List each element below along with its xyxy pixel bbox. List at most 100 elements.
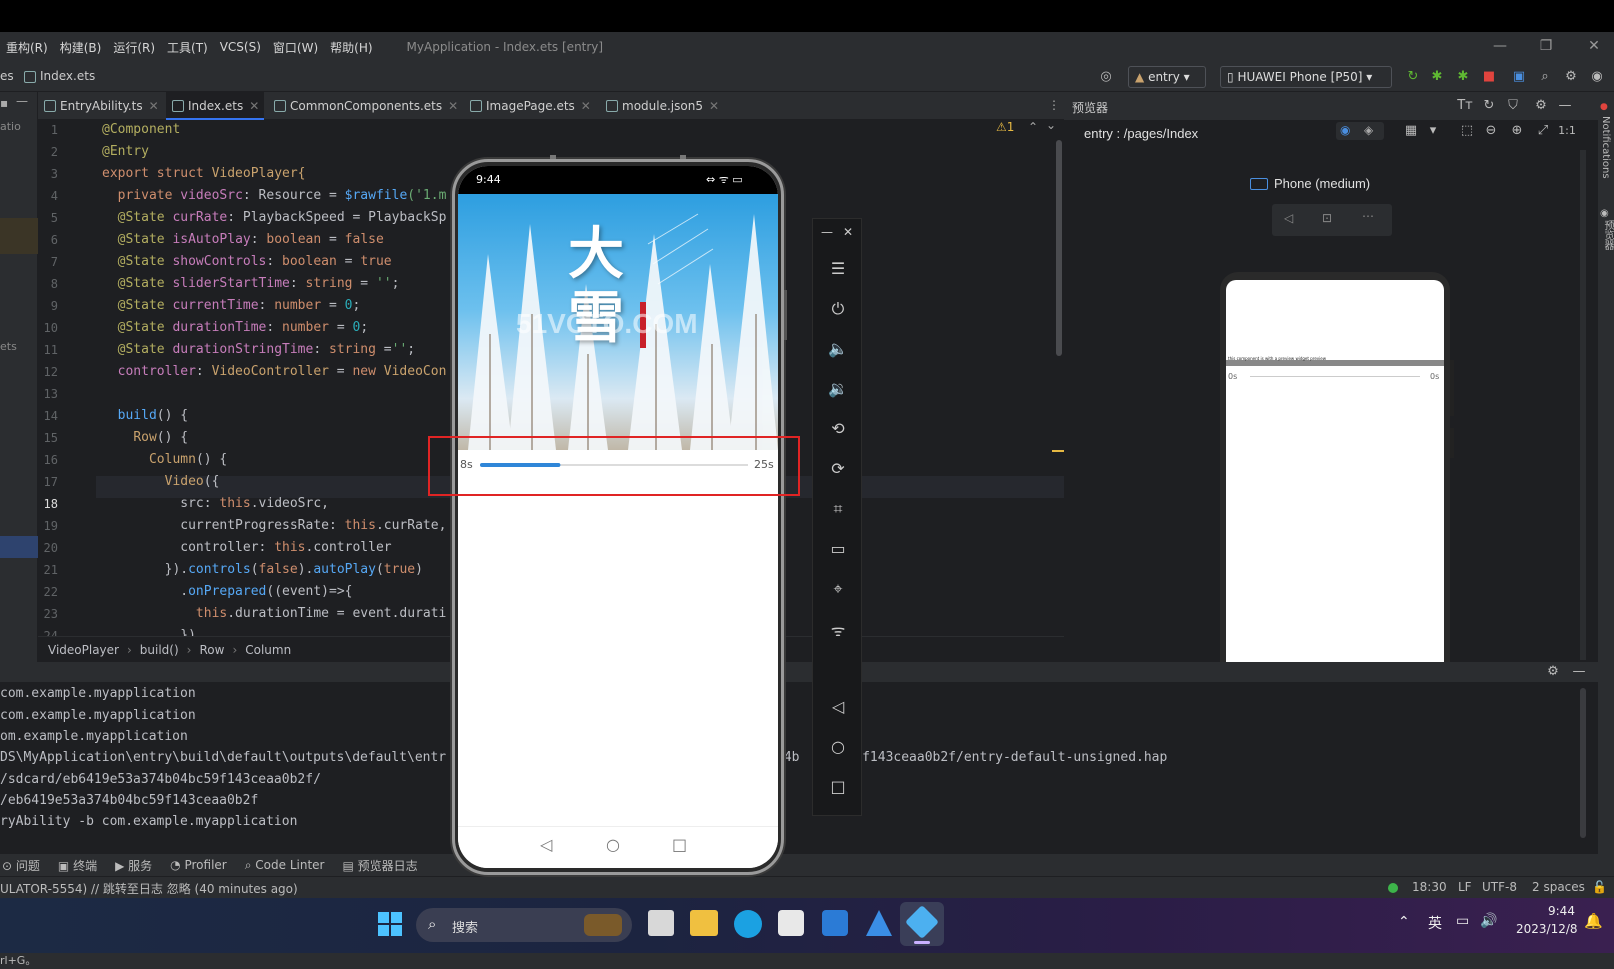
status-message[interactable]: ULATOR-5554) // 跳转至日志 忽略 (40 minutes ago… [0,880,298,897]
clock-date[interactable]: 2023/12/8 [1516,922,1578,936]
breadcrumb-item[interactable]: build() [140,643,179,657]
notifications-label[interactable]: Notifications [1600,116,1611,179]
tab-close-icon[interactable]: ✕ [581,99,591,113]
mini-slider[interactable] [1250,376,1420,377]
zoom-out-icon[interactable]: ⊖ [1482,122,1500,140]
run-console[interactable]: com.example.myapplication com.example.my… [0,682,1598,854]
debug-icon[interactable]: ✱ [1428,68,1446,86]
battery-icon[interactable]: ▭ [813,539,863,558]
edge-icon[interactable] [734,910,762,938]
tab-commoncomponents[interactable]: CommonComponents.ets ✕ [268,92,460,120]
bell-icon[interactable]: 🔔 [1584,912,1603,930]
tab-index[interactable]: Index.ets ✕ [166,92,264,120]
zoom-in-icon[interactable]: ⊕ [1508,122,1526,140]
screenshot-icon[interactable]: ⌗ [813,499,863,519]
chevron-down-icon[interactable]: ▾ [1424,122,1442,140]
account-icon[interactable]: ◉ [1588,68,1606,86]
emulator-screen[interactable]: 9:44 ⇔ ᯤ ▭ 大雪 51VCTO.COM 8s 25s ◁ ○ □ [458,166,778,868]
previewer-side-label[interactable]: 预览器 [1600,220,1614,250]
tab-entryability[interactable]: EntryAbility.ts ✕ [38,92,164,120]
tab-modulejson[interactable]: module.json5 ✕ [600,92,726,120]
tab-imagepage[interactable]: ImagePage.ets ✕ [464,92,596,120]
chevron-down-icon[interactable]: ⌄ [1046,120,1056,132]
search-icon[interactable]: ⌕ [1536,68,1554,86]
nav-back-icon[interactable]: ◁ [540,835,552,854]
tree-selected-row[interactable] [0,536,38,558]
close-icon[interactable]: ✕ [1584,36,1604,56]
more-icon[interactable]: ⋯ [1362,209,1374,223]
network-icon[interactable]: ▭ [1456,913,1469,929]
view-toggle[interactable]: ◉ ◈ [1336,122,1384,140]
module-select[interactable]: ▲ entry ▾ [1128,66,1206,88]
recent-apps-icon[interactable]: □ [813,777,863,796]
eye-icon[interactable]: ◉ [1340,123,1350,137]
layers-icon[interactable]: ◈ [1364,123,1373,137]
menu-window[interactable]: 窗口(W) [267,39,324,56]
filter-icon[interactable]: ⛉ [1504,97,1522,115]
chevron-up-icon[interactable]: ⌃ [1028,120,1038,134]
device-manager-icon[interactable]: ▣ [1510,68,1528,86]
nav-path-prefix[interactable]: es [0,69,14,83]
crop-icon[interactable]: ⬚ [1458,122,1476,140]
minimize-panel-icon[interactable]: — [1556,97,1574,115]
settings-icon[interactable]: ⚙ [1562,68,1580,86]
menu-icon[interactable]: ☰ [813,259,863,278]
back-icon[interactable]: ◁ [813,697,863,716]
power-icon[interactable]: ⏻ [813,299,863,319]
tab-code-linter[interactable]: ⌕ Code Linter [245,858,325,873]
minimize-panel-icon[interactable]: — [16,94,28,108]
font-icon[interactable]: Tт [1456,97,1474,115]
menu-run[interactable]: 运行(R) [107,39,161,56]
volume-down-icon[interactable]: 🔉 [813,379,863,398]
nav-file[interactable]: Index.ets [40,69,95,83]
cursor-position[interactable]: 18:30 [1412,880,1447,894]
close-icon[interactable]: ✕ [843,225,853,239]
rotate-left-icon[interactable]: ⟲ [813,419,863,438]
settings-icon[interactable]: ⚙ [1532,97,1550,115]
start-icon[interactable] [378,912,402,936]
ime-indicator[interactable]: 英 [1428,913,1442,933]
breadcrumb-item[interactable]: Row [199,643,224,657]
tab-profiler[interactable]: ◔ Profiler [170,858,227,872]
back-icon[interactable]: ◁ [1284,211,1293,225]
volume-up-icon[interactable]: 🔈 [813,339,863,358]
tab-close-icon[interactable]: ✕ [249,99,259,113]
preview-scrollbar[interactable] [1580,150,1586,660]
menu-help[interactable]: 帮助(H) [324,39,378,56]
target-icon[interactable]: ◎ [1097,68,1115,86]
refresh-icon[interactable]: ↻ [1480,97,1498,115]
tab-close-icon[interactable]: ✕ [448,99,458,113]
more-tabs-icon[interactable]: ⋮ [1048,98,1060,112]
active-app-slot[interactable] [900,902,944,946]
task-view-icon[interactable] [648,910,674,936]
fit-icon[interactable]: ⤢ [1534,122,1552,140]
tab-problems[interactable]: ⊙ 问题 [2,857,40,874]
menu-build[interactable]: 构建(B) [54,39,108,56]
menu-vcs[interactable]: VCS(S) [214,40,267,54]
restore-icon[interactable]: ❐ [1536,36,1556,56]
location-icon[interactable]: ⌖ [813,579,863,599]
menu-tools[interactable]: 工具(T) [161,39,214,56]
nav-home-icon[interactable]: ○ [606,835,620,854]
breadcrumb-item[interactable]: Column [245,643,291,657]
minimize-icon[interactable]: — [821,225,833,239]
editor-scrollbar[interactable] [1056,140,1062,356]
indent-setting[interactable]: 2 spaces [1532,880,1585,894]
warning-indicator[interactable]: ⚠1 [996,120,1014,134]
devecostudio-icon[interactable] [866,910,892,936]
attach-debugger-icon[interactable]: ✱ [1454,68,1472,86]
settings-icon[interactable]: ⚙ [1544,663,1562,681]
file-explorer-icon[interactable] [690,910,718,936]
warning-marker[interactable] [1052,450,1064,452]
grid-icon[interactable]: ▦ [1402,122,1420,140]
wifi-icon[interactable]: ᯤ [813,619,863,641]
minimize-icon[interactable]: — [1490,36,1510,56]
stop-icon[interactable]: ■ [1480,68,1498,86]
console-scrollbar[interactable] [1580,688,1586,838]
chevron-up-icon[interactable]: ⌃ [1398,914,1410,930]
tab-previewer-log[interactable]: ▤ 预览器日志 [342,857,417,874]
line-ending[interactable]: LF [1458,880,1472,894]
lock-icon[interactable]: 🔓 [1592,880,1607,894]
store-icon[interactable] [778,910,804,936]
tab-services[interactable]: ▶ 服务 [115,857,152,874]
